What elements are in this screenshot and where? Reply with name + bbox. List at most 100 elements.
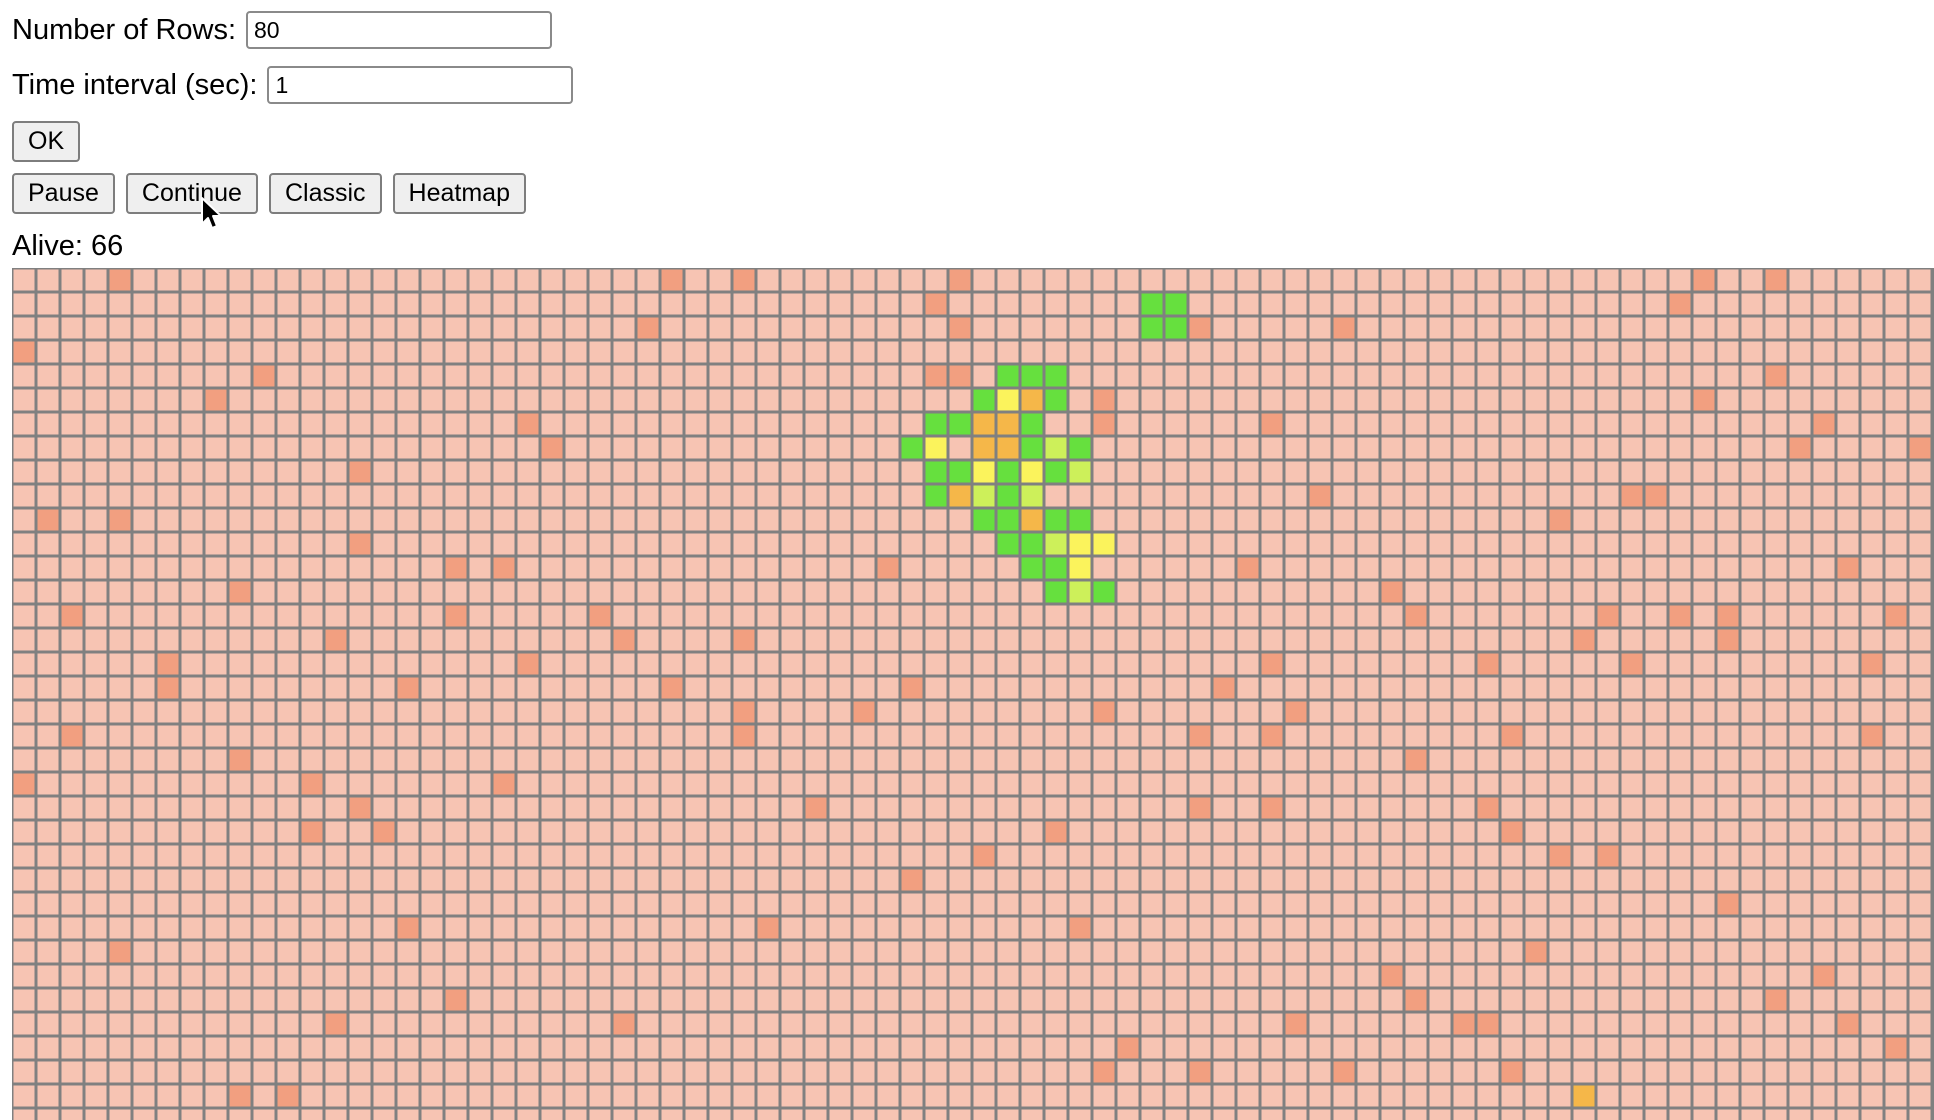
grid-cell-dead[interactable] [1621,1109,1643,1120]
grid-cell-dead[interactable] [1741,773,1763,795]
grid-cell-dead[interactable] [373,413,395,435]
grid-cell-dead[interactable] [781,821,803,843]
grid-cell-dead[interactable] [613,845,635,867]
grid-cell-dead[interactable] [61,461,83,483]
grid-cell-dead[interactable] [1837,773,1859,795]
grid-cell-dead[interactable] [1501,485,1523,507]
grid-cell-dead[interactable] [1885,581,1907,603]
grid-cell-dead[interactable] [205,485,227,507]
grid-cell-dead[interactable] [1717,1037,1739,1059]
grid-cell-dead[interactable] [1117,845,1139,867]
grid-cell-dead[interactable] [1069,965,1091,987]
grid-cell-dead[interactable] [829,485,851,507]
grid-cell-dead[interactable] [1885,677,1907,699]
grid-cell-dead[interactable] [1189,341,1211,363]
grid-cell-dead[interactable] [781,461,803,483]
grid-cell-dead[interactable] [1741,701,1763,723]
grid-cell-dead[interactable] [13,845,35,867]
grid-cell-dead[interactable] [1285,629,1307,651]
grid-cell-dead[interactable] [757,845,779,867]
grid-cell-dead[interactable] [1381,893,1403,915]
grid-cell-dead[interactable] [853,557,875,579]
grid-cell-dead[interactable] [709,269,731,291]
grid-cell-dead-recent[interactable] [1069,917,1091,939]
grid-cell-dead[interactable] [205,917,227,939]
grid-cell-dead[interactable] [1741,1109,1763,1120]
grid-cell-dead[interactable] [877,989,899,1011]
grid-cell-dead[interactable] [781,533,803,555]
grid-cell-dead[interactable] [1861,845,1883,867]
grid-cell-dead[interactable] [1861,413,1883,435]
grid-cell-dead[interactable] [37,365,59,387]
grid-cell-dead[interactable] [1261,917,1283,939]
grid-cell-dead[interactable] [1093,989,1115,1011]
grid-cell-dead[interactable] [709,533,731,555]
grid-cell-dead[interactable] [1117,653,1139,675]
grid-cell-dead[interactable] [1165,1013,1187,1035]
grid-cell-dead[interactable] [1837,797,1859,819]
grid-cell-dead[interactable] [733,437,755,459]
grid-cell-dead[interactable] [1165,749,1187,771]
grid-cell-dead[interactable] [829,893,851,915]
grid-cell-dead[interactable] [61,845,83,867]
grid-cell-dead[interactable] [733,365,755,387]
grid-cell-dead[interactable] [349,269,371,291]
grid-cell-dead[interactable] [949,821,971,843]
grid-cell-dead[interactable] [1141,557,1163,579]
grid-cell-dead[interactable] [397,629,419,651]
grid-cell-dead[interactable] [637,1085,659,1107]
grid-cell-dead[interactable] [757,749,779,771]
grid-cell-dead[interactable] [421,581,443,603]
grid-cell-dead[interactable] [277,917,299,939]
grid-cell-dead[interactable] [301,365,323,387]
grid-cell-dead[interactable] [1837,605,1859,627]
grid-cell-dead[interactable] [1021,605,1043,627]
grid-cell-dead[interactable] [229,941,251,963]
grid-cell-dead[interactable] [109,1013,131,1035]
grid-cell-dead[interactable] [1645,629,1667,651]
grid-cell-dead[interactable] [181,557,203,579]
grid-cell-dead[interactable] [1621,989,1643,1011]
grid-cell-dead[interactable] [1597,317,1619,339]
grid-cell-dead[interactable] [1261,1037,1283,1059]
grid-cell-dead[interactable] [1789,821,1811,843]
grid-cell-dead[interactable] [301,341,323,363]
grid-cell-dead[interactable] [949,893,971,915]
grid-cell-dead[interactable] [1069,269,1091,291]
grid-cell-dead[interactable] [1189,629,1211,651]
grid-cell-dead[interactable] [1549,437,1571,459]
grid-cell-dead[interactable] [565,941,587,963]
grid-cell-dead-recent[interactable] [61,725,83,747]
grid-cell-dead[interactable] [1141,773,1163,795]
grid-cell-dead[interactable] [1453,629,1475,651]
grid-cell-dead[interactable] [1285,509,1307,531]
grid-cell-dead[interactable] [1549,941,1571,963]
grid-cell-dead[interactable] [829,653,851,675]
grid-cell-dead[interactable] [1549,917,1571,939]
grid-cell-dead[interactable] [949,941,971,963]
grid-cell-dead[interactable] [613,581,635,603]
grid-cell-dead[interactable] [13,365,35,387]
grid-cell-dead[interactable] [277,485,299,507]
grid-cell-dead[interactable] [613,341,635,363]
grid-cell-dead[interactable] [949,797,971,819]
grid-cell-dead[interactable] [733,605,755,627]
grid-cell-dead[interactable] [1813,509,1835,531]
grid-cell-dead[interactable] [781,989,803,1011]
grid-cell-dead-recent[interactable] [1453,1013,1475,1035]
grid-cell-dead[interactable] [397,1037,419,1059]
grid-cell-dead[interactable] [565,893,587,915]
grid-cell-dead[interactable] [373,485,395,507]
grid-cell-dead[interactable] [613,965,635,987]
grid-cell-dead-recent[interactable] [229,1085,251,1107]
grid-cell-dead[interactable] [925,605,947,627]
grid-cell-dead[interactable] [301,629,323,651]
grid-cell-dead-recent[interactable] [1261,413,1283,435]
grid-cell-dead[interactable] [205,605,227,627]
grid-cell-alive[interactable] [1045,389,1067,411]
grid-cell-dead[interactable] [925,509,947,531]
grid-cell-dead[interactable] [85,389,107,411]
grid-cell-dead[interactable] [877,437,899,459]
grid-cell-dead[interactable] [613,1061,635,1083]
grid-cell-dead[interactable] [517,269,539,291]
